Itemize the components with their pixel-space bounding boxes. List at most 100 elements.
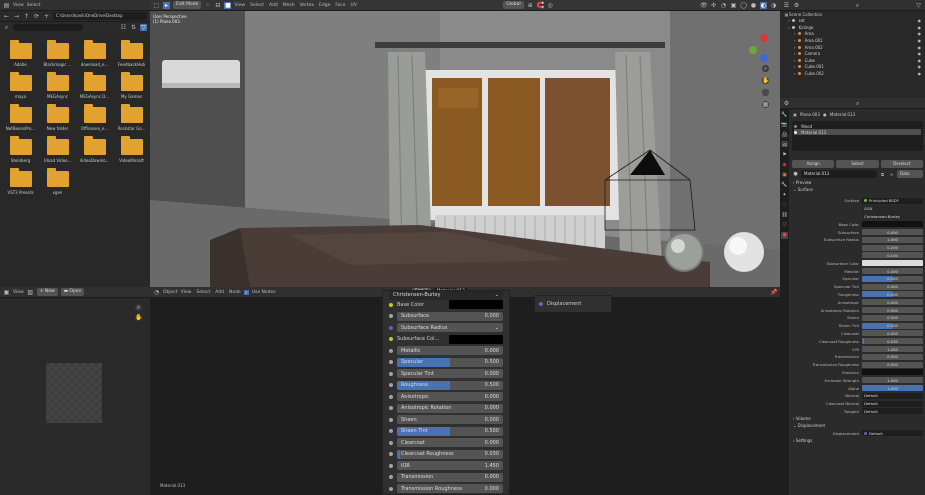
input-socket[interactable] <box>389 440 393 445</box>
folder-item[interactable]: MEGAsync <box>39 72 76 99</box>
node-input-row[interactable]: Anisotropic 0.000 <box>383 391 509 403</box>
visibility-eye-icon[interactable]: ◉ <box>918 58 925 63</box>
folder-item[interactable]: Adobe <box>2 40 39 67</box>
display-mode-icon[interactable]: ☷ <box>120 24 127 31</box>
refresh-icon[interactable]: ⟳ <box>33 13 40 20</box>
particles-tab-icon[interactable]: ✦ <box>781 192 788 199</box>
open-image-button[interactable]: ▬ Open <box>60 288 85 296</box>
expand-arrow-icon[interactable]: › <box>794 71 796 76</box>
pan-hand-icon[interactable]: ✋ <box>762 77 769 84</box>
material-tab-icon[interactable]: ● <box>781 232 788 239</box>
node-menu-item[interactable]: Node <box>229 290 241 295</box>
node-input-row[interactable]: Clearcoat 0.000 <box>383 437 509 449</box>
property-value-field[interactable]: Default <box>862 408 923 415</box>
editor-type-icon[interactable]: ◔ <box>153 289 160 296</box>
material-name-field[interactable]: Material.013 <box>801 170 877 178</box>
duplicate-icon[interactable]: ⧉ <box>879 171 886 178</box>
input-value-field[interactable]: Anisotropic 0.000 <box>397 392 503 402</box>
input-value-field[interactable]: Subsurface 0.000 <box>397 311 503 321</box>
property-value-field[interactable]: Default <box>862 392 923 399</box>
viewport-menu-item[interactable]: View <box>234 3 245 8</box>
new-folder-icon[interactable]: + <box>43 13 50 20</box>
folder-item[interactable]: VideoMirsoft <box>113 136 150 163</box>
node-input-row[interactable]: Sheen 0.000 <box>383 414 509 426</box>
unlink-icon[interactable]: ✕ <box>888 171 895 178</box>
image-browse-icon[interactable]: ▨ <box>27 289 34 296</box>
shading-wire-icon[interactable]: ◯ <box>740 2 747 9</box>
node-input-row[interactable]: Specular 0.500 <box>383 357 509 369</box>
object-dropdown[interactable]: Object <box>163 290 178 295</box>
outliner-item[interactable]: › Cube.002 ◉ <box>780 70 925 77</box>
xray-icon[interactable]: ▣ <box>730 2 737 9</box>
viewport-menu-item[interactable]: UV <box>351 3 357 8</box>
world-tab-icon[interactable]: ◉ <box>781 162 788 169</box>
file-menu-select[interactable]: Select <box>27 3 41 8</box>
input-socket[interactable] <box>389 394 393 399</box>
visibility-eye-icon[interactable]: ◉ <box>918 31 925 36</box>
property-value-field[interactable]: 0.000 <box>862 307 923 314</box>
displacement-section[interactable]: ⌄ Displacement <box>790 422 925 429</box>
property-value-field[interactable]: 0.000 <box>862 361 923 368</box>
folder-item[interactable]: maya <box>2 72 39 99</box>
visibility-eye-icon[interactable]: ◉ <box>918 64 925 69</box>
outliner-item[interactable]: › Cube.001 ◉ <box>780 64 925 71</box>
view-icon[interactable]: 👁 <box>700 2 708 9</box>
input-socket[interactable] <box>389 463 393 468</box>
input-socket[interactable] <box>389 429 393 434</box>
folder-item[interactable]: NetBeansPro... <box>2 104 39 131</box>
select-box-icon[interactable]: ▸ <box>163 1 170 9</box>
input-value-field[interactable]: Transmission Roughness 0.000 <box>397 484 503 494</box>
node-input-row[interactable]: Anisotropic Rotation 0.000 <box>383 403 509 415</box>
visibility-eye-icon[interactable]: ◉ <box>918 51 925 56</box>
gizmo-icon[interactable]: ✣ <box>710 2 717 9</box>
image-menu-view[interactable]: View <box>13 290 24 295</box>
overlay-icon[interactable]: ◔ <box>720 2 727 9</box>
color-swatch[interactable] <box>862 221 923 228</box>
expand-arrow-icon[interactable]: › <box>794 38 796 43</box>
transform-orientation-dropdown[interactable]: Global <box>503 1 524 9</box>
view-layer-tab-icon[interactable]: 🖼 <box>781 142 788 149</box>
visibility-eye-icon[interactable]: ◉ <box>918 18 925 23</box>
input-socket[interactable] <box>389 383 393 388</box>
expand-arrow-icon[interactable]: › <box>794 51 796 56</box>
color-swatch[interactable] <box>862 260 923 267</box>
property-value-field[interactable]: Default <box>862 400 923 407</box>
forward-arrow-icon[interactable]: → <box>13 13 20 20</box>
node-menu-item[interactable]: Select <box>196 290 210 295</box>
camera-view-icon[interactable]: 🎥 <box>762 89 769 96</box>
scene-tab-icon[interactable]: ⚑ <box>781 152 788 159</box>
property-value-field[interactable]: 0.500 <box>862 275 923 282</box>
folder-item[interactable]: MEGAsync D... <box>76 72 113 99</box>
tool-tab-icon[interactable]: 🔧 <box>781 112 788 119</box>
link-data-dropdown[interactable]: Data <box>897 170 923 178</box>
input-socket[interactable] <box>389 486 393 491</box>
node-menu-item[interactable]: Add <box>215 290 224 295</box>
node-input-row[interactable]: Transmission 0.000 <box>383 472 509 484</box>
volume-section[interactable]: › Volume <box>790 415 925 422</box>
property-value-field[interactable]: 1.000 <box>862 377 923 384</box>
viewport-menu-item[interactable]: Edge <box>319 3 330 8</box>
folder-item[interactable]: FeedbackHub <box>113 40 150 67</box>
surface-section[interactable]: ⌄ Surface <box>790 186 925 193</box>
property-value-field[interactable]: 0.000 <box>862 330 923 337</box>
folder-item[interactable]: New folder <box>39 104 76 131</box>
search-icon[interactable]: ⌕ <box>854 2 861 9</box>
input-socket[interactable] <box>389 406 393 411</box>
principled-bsdf-node[interactable]: Christensen-Burley ⌄ Base Color Subsurface… <box>382 290 510 495</box>
expand-arrow-icon[interactable]: › <box>794 31 796 36</box>
editor-type-icon[interactable]: ▣ <box>3 289 10 296</box>
property-value-field[interactable]: 0.000 <box>862 353 923 360</box>
input-value-field[interactable]: Anisotropic Rotation 0.000 <box>397 403 503 413</box>
visibility-eye-icon[interactable]: ◉ <box>918 71 925 76</box>
node-input-row[interactable]: Subsurface 0.000 <box>383 311 509 323</box>
proportional-edit-icon[interactable]: ◎ <box>547 2 554 9</box>
property-value-field[interactable]: 0.500 <box>862 291 923 298</box>
property-value-field[interactable]: 1.450 <box>862 346 923 353</box>
viewport-menu-item[interactable]: Add <box>269 3 278 8</box>
node-input-row[interactable]: Subsurface Col... <box>383 334 509 346</box>
input-socket[interactable] <box>389 475 393 480</box>
displacement-field[interactable]: Default <box>862 430 923 437</box>
node-input-row[interactable]: IOR 1.450 <box>383 460 509 472</box>
settings-section[interactable]: › Settings <box>790 437 925 444</box>
zoom-icon[interactable]: ⌕ <box>762 65 769 72</box>
